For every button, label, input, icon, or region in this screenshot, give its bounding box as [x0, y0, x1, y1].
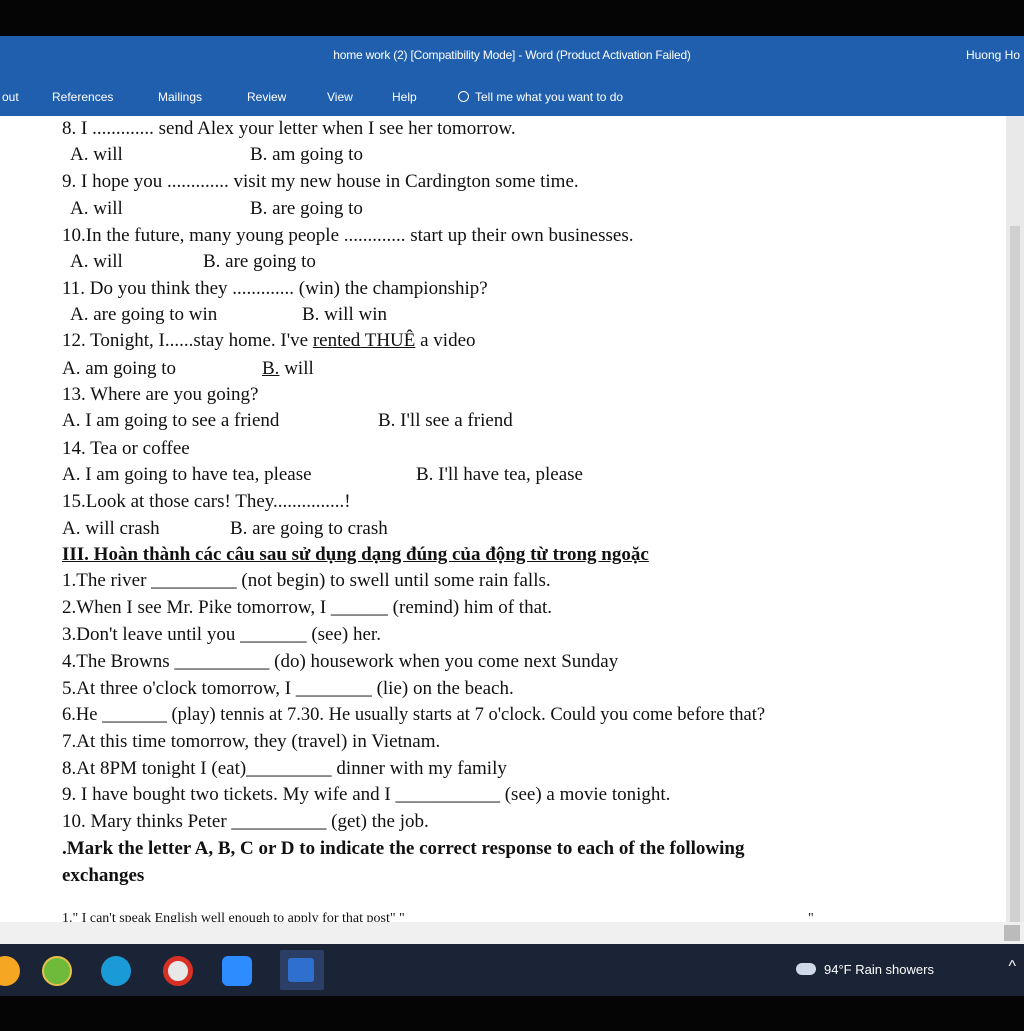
section-heading-cont: exchanges	[62, 865, 145, 886]
bottom-black-bar	[0, 996, 1024, 1031]
top-black-bar	[0, 0, 1024, 36]
word-icon	[288, 958, 314, 982]
option-a: A. will	[70, 251, 123, 272]
zoom-icon[interactable]	[222, 956, 252, 986]
option-b: B. am going to	[250, 144, 363, 165]
edge-icon[interactable]	[101, 956, 131, 986]
weather-text: 94°F Rain showers	[824, 962, 934, 977]
tab-view[interactable]: View	[327, 90, 353, 104]
window-title: home work (2) [Compatibility Mode] - Wor…	[333, 48, 691, 62]
question-12: 12. Tonight, I......stay home. I've rent…	[62, 330, 476, 352]
option-a: A. am going to	[62, 358, 176, 379]
tell-me-label: Tell me what you want to do	[475, 90, 624, 104]
option-b: B. will	[262, 358, 314, 380]
user-name[interactable]: Huong Ho	[966, 48, 1020, 62]
title-bar: home work (2) [Compatibility Mode] - Wor…	[0, 36, 1024, 80]
taskbar: 94°F Rain showers ^	[0, 944, 1024, 996]
lightbulb-icon	[458, 91, 469, 102]
exercise-item: 7.At this time tomorrow, they (travel) i…	[62, 731, 441, 752]
ribbon-tabs: out References Mailings Review View Help…	[0, 80, 1024, 116]
question-8: 8. I ............. send Alex your letter…	[62, 118, 516, 139]
option-b: B. are going to crash	[230, 518, 388, 539]
question-15: 15.Look at those cars! They.............…	[62, 491, 351, 512]
option-a: A. will	[70, 198, 123, 219]
vertical-scrollbar[interactable]	[1006, 116, 1024, 926]
app-icon[interactable]	[42, 956, 72, 986]
question-14: 14. Tea or coffee	[62, 438, 190, 459]
word-taskbar-button[interactable]	[280, 950, 324, 990]
document-page[interactable]: 8. I ............. send Alex your letter…	[0, 116, 1006, 922]
horizontal-scrollbar[interactable]	[0, 922, 1024, 944]
exercise-item: 5.At three o'clock tomorrow, I ________ …	[62, 678, 514, 699]
question-10: 10.In the future, many young people ....…	[62, 225, 634, 246]
exercise-item: 6.He _______ (play) tennis at 7.30. He u…	[62, 705, 766, 725]
option-a: A. I am going to see a friend	[62, 410, 280, 431]
weather-widget[interactable]: 94°F Rain showers	[796, 962, 934, 977]
exchange-item-partial: 1." I can't speak English well enough to…	[62, 911, 405, 922]
exercise-item: 3.Don't leave until you _______ (see) he…	[62, 624, 381, 645]
word-thue: THUÊ	[360, 330, 416, 351]
exercise-item: 4.The Browns __________ (do) housework w…	[62, 651, 619, 672]
option-b: B. I'll see a friend	[378, 410, 513, 431]
option-b: B. are going to	[250, 198, 363, 219]
option-a: A. I am going to have tea, please	[62, 464, 312, 485]
word-rented: rented	[312, 330, 361, 351]
option-a: A. will crash	[62, 518, 160, 539]
question-12-text: 12. Tonight, I......stay home. I've	[62, 330, 313, 351]
section-iii-heading: III. Hoàn thành các câu sau sử dụng dạng…	[62, 544, 649, 565]
exercise-item: 8.At 8PM tonight I (eat)_________ dinner…	[62, 758, 507, 779]
option-b-letter: B.	[262, 358, 280, 379]
cloud-icon	[796, 963, 816, 975]
question-12-end: a video	[415, 330, 476, 351]
scroll-corner	[1004, 925, 1020, 941]
chevron-up-icon[interactable]: ^	[1008, 958, 1016, 976]
option-b-text: will	[279, 358, 314, 379]
option-b: B. I'll have tea, please	[416, 464, 583, 485]
option-b: B. will win	[302, 304, 387, 325]
option-b: B. are going to	[203, 251, 316, 272]
option-a: A. will	[70, 144, 123, 165]
exercise-item: 10. Mary thinks Peter __________ (get) t…	[62, 811, 429, 832]
scroll-thumb[interactable]	[1010, 226, 1020, 926]
exercise-item: 1.The river _________ (not begin) to swe…	[62, 570, 551, 591]
exercise-item: 9. I have bought two tickets. My wife an…	[62, 784, 671, 805]
tell-me-box[interactable]: Tell me what you want to do	[458, 90, 623, 104]
chrome-icon[interactable]	[163, 956, 193, 986]
exercise-item: 2.When I see Mr. Pike tomorrow, I ______…	[62, 597, 553, 618]
tab-review[interactable]: Review	[247, 90, 286, 104]
tab-references[interactable]: References	[52, 90, 113, 104]
question-9: 9. I hope you ............. visit my new…	[62, 171, 579, 192]
tab-layout[interactable]: out	[2, 90, 19, 104]
option-a: A. are going to win	[70, 304, 218, 325]
section-heading: .Mark the letter A, B, C or D to indicat…	[62, 838, 745, 859]
tab-mailings[interactable]: Mailings	[158, 90, 202, 104]
question-11: 11. Do you think they ............. (win…	[62, 278, 488, 299]
tab-help[interactable]: Help	[392, 90, 417, 104]
question-13: 13. Where are you going?	[62, 384, 259, 405]
app-icon[interactable]	[0, 956, 20, 986]
exchange-quote-end: "	[808, 911, 814, 922]
